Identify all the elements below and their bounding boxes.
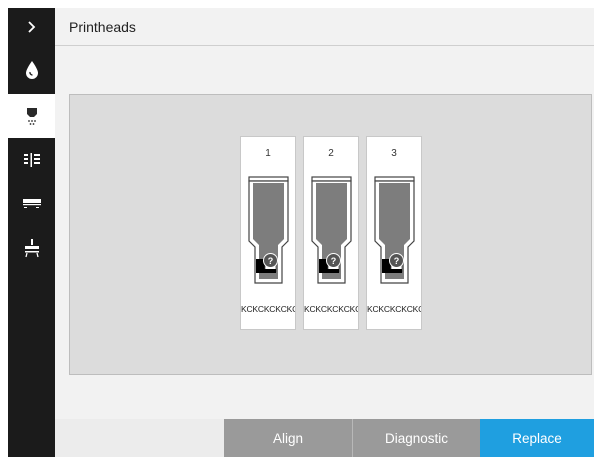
slot-color-code: KCKCKCKCKC (304, 304, 358, 314)
chevron-right-icon (27, 21, 35, 33)
sidebar-item-maintenance[interactable] (8, 226, 55, 270)
printhead-cartridge-icon (374, 176, 415, 284)
replace-button[interactable]: Replace (480, 419, 594, 457)
alignment-icon (23, 153, 40, 167)
sidebar-rail (8, 8, 55, 457)
ink-drop-icon (25, 61, 38, 79)
printhead-cartridge-icon (248, 176, 289, 284)
sidebar-item-alignment[interactable] (8, 138, 55, 182)
svg-text:?: ? (331, 256, 337, 266)
svg-text:?: ? (394, 256, 400, 266)
slot-number: 3 (391, 148, 397, 159)
expand-menu-button[interactable] (8, 8, 55, 46)
question-icon: ? (263, 253, 278, 268)
question-icon: ? (389, 253, 404, 268)
align-button[interactable]: Align (224, 419, 352, 457)
page-title: Printheads (69, 19, 136, 35)
diagnostic-button[interactable]: Diagnostic (352, 419, 480, 457)
printhead-icon (26, 108, 37, 125)
paper-icon (22, 199, 41, 208)
question-icon: ? (326, 253, 341, 268)
printhead-cartridge-icon (311, 176, 352, 284)
sidebar-item-printheads[interactable] (8, 94, 55, 138)
sidebar-item-ink[interactable] (8, 48, 55, 92)
maintenance-icon (24, 239, 39, 258)
slot-color-code: KCKCKCKCKC (367, 304, 421, 314)
slot-color-code: KCKCKCKCKC (241, 304, 295, 314)
sidebar-item-paper[interactable] (8, 182, 55, 226)
printhead-slot-2[interactable]: 2 ? KCKCKCKCKC (303, 136, 359, 330)
printhead-slot-1[interactable]: 1 ? KCKCKCKCKC (240, 136, 296, 330)
page-header: Printheads (55, 8, 594, 46)
slot-number: 1 (265, 148, 271, 159)
svg-text:?: ? (268, 256, 274, 266)
printhead-slot-3[interactable]: 3 ? KCKCKCKCKC (366, 136, 422, 330)
slot-number: 2 (328, 148, 334, 159)
